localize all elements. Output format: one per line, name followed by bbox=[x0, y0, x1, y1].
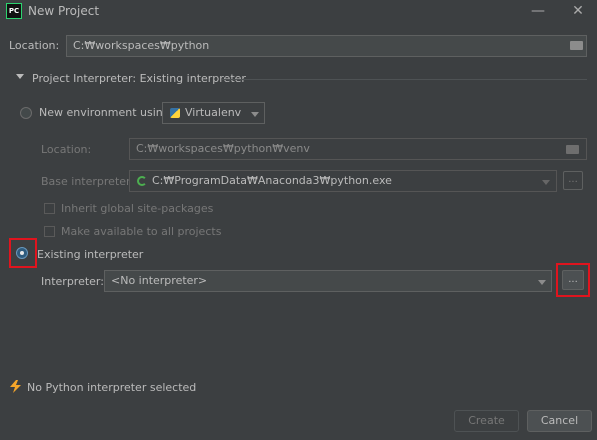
interpreter-value: <No interpreter> bbox=[111, 274, 208, 287]
status-message: No Python interpreter selected bbox=[27, 381, 197, 394]
interpreter-label: Interpreter: bbox=[41, 275, 104, 288]
python-icon bbox=[170, 108, 180, 118]
location-value: C:₩workspaces₩python bbox=[73, 39, 210, 52]
section-title[interactable]: Project Interpreter: Existing interprete… bbox=[32, 72, 246, 85]
pycharm-app-icon: PC bbox=[6, 3, 22, 19]
minimize-button[interactable]: — bbox=[523, 0, 553, 24]
base-interpreter-value: C:₩ProgramData₩Anaconda3₩python.exe bbox=[152, 174, 392, 187]
base-interpreter-label: Base interpreter: bbox=[41, 175, 135, 188]
environment-tool-value: Virtualenv bbox=[185, 106, 242, 119]
chevron-down-icon bbox=[538, 280, 546, 285]
existing-interpreter-label[interactable]: Existing interpreter bbox=[37, 248, 143, 261]
interpreter-dropdown[interactable]: <No interpreter> bbox=[104, 270, 552, 292]
window-title: New Project bbox=[28, 4, 100, 18]
close-button[interactable]: ✕ bbox=[563, 0, 593, 24]
make-available-label[interactable]: Make available to all projects bbox=[61, 225, 221, 238]
make-available-checkbox[interactable] bbox=[44, 226, 55, 237]
base-interpreter-browse-button[interactable]: ... bbox=[563, 171, 583, 190]
location-label: Location: bbox=[9, 39, 60, 52]
inherit-packages-checkbox[interactable] bbox=[44, 203, 55, 214]
title-bar: PC New Project — ✕ bbox=[0, 0, 597, 24]
create-button[interactable]: Create bbox=[454, 410, 519, 432]
loading-spinner-icon bbox=[137, 176, 147, 186]
chevron-down-icon bbox=[542, 180, 550, 185]
inherit-packages-label[interactable]: Inherit global site-packages bbox=[61, 202, 213, 215]
new-environment-label[interactable]: New environment using bbox=[39, 106, 170, 119]
venv-location-label: Location: bbox=[41, 143, 92, 156]
venv-location-input[interactable]: C:₩workspaces₩python₩venv bbox=[129, 138, 587, 160]
new-environment-radio[interactable] bbox=[20, 107, 32, 119]
section-separator bbox=[222, 79, 587, 80]
location-input[interactable]: C:₩workspaces₩python bbox=[66, 35, 587, 57]
environment-tool-dropdown[interactable]: Virtualenv bbox=[162, 102, 265, 124]
base-interpreter-dropdown[interactable]: C:₩ProgramData₩Anaconda3₩python.exe bbox=[129, 170, 557, 192]
chevron-down-icon bbox=[251, 112, 259, 117]
venv-location-value: C:₩workspaces₩python₩venv bbox=[136, 142, 310, 155]
cancel-button[interactable]: Cancel bbox=[527, 410, 592, 432]
interpreter-browse-button[interactable]: ... bbox=[562, 270, 584, 290]
existing-interpreter-radio[interactable] bbox=[16, 247, 28, 259]
folder-icon[interactable] bbox=[566, 145, 579, 154]
folder-icon[interactable] bbox=[570, 41, 583, 50]
lightning-icon bbox=[10, 380, 21, 393]
expand-triangle-icon[interactable] bbox=[16, 74, 24, 79]
